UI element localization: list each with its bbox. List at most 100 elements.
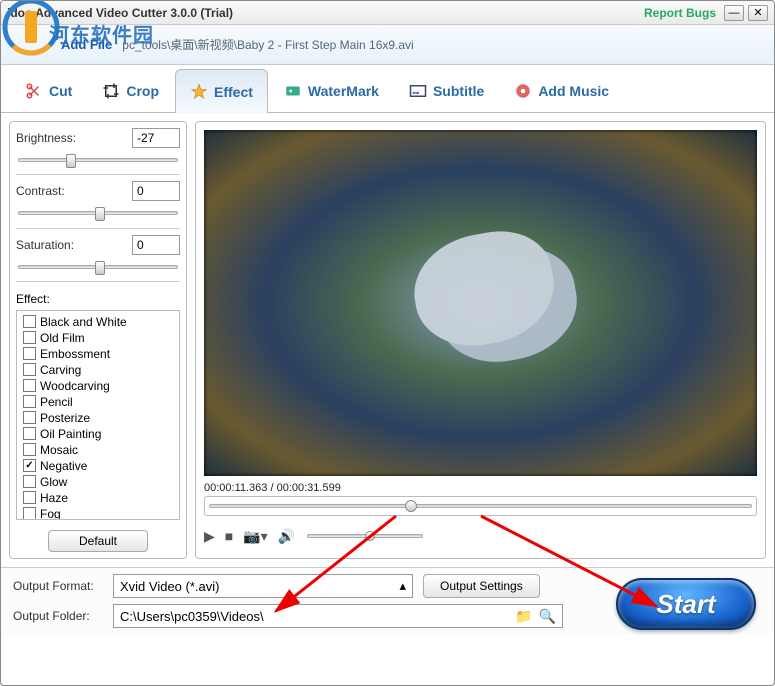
- tab-watermark[interactable]: WaterMark: [270, 69, 393, 112]
- effect-name: Fog: [40, 507, 61, 520]
- effect-checkbox[interactable]: [23, 395, 36, 408]
- effect-name: Old Film: [40, 331, 85, 345]
- content-area: Brightness: Contrast: Saturation: Effect…: [1, 113, 774, 567]
- output-format-value: Xvid Video (*.avi): [120, 579, 219, 594]
- minimize-button[interactable]: —: [724, 5, 744, 21]
- effect-name: Glow: [40, 475, 67, 489]
- effect-item[interactable]: Mosaic: [23, 443, 173, 457]
- effect-checkbox[interactable]: [23, 315, 36, 328]
- output-folder-label: Output Folder:: [13, 609, 103, 623]
- output-format-label: Output Format:: [13, 579, 103, 593]
- stop-button[interactable]: ■: [225, 528, 233, 544]
- report-bugs-link[interactable]: Report Bugs: [644, 6, 716, 20]
- effect-name: Posterize: [40, 411, 90, 425]
- tab-label: Subtitle: [433, 83, 484, 99]
- effect-item[interactable]: Oil Painting: [23, 427, 173, 441]
- tab-effect[interactable]: Effect: [175, 69, 268, 113]
- effect-item[interactable]: Fog: [23, 507, 173, 520]
- effect-item[interactable]: Old Film: [23, 331, 173, 345]
- preview-panel: 00:00:11.363 / 00:00:31.599 ▶ ■ 📷▾ 🔊: [195, 121, 766, 559]
- default-button[interactable]: Default: [48, 530, 148, 552]
- saturation-label: Saturation:: [16, 238, 74, 252]
- output-folder-value: C:\Users\pc0359\Videos\: [120, 609, 264, 624]
- effect-item[interactable]: Glow: [23, 475, 173, 489]
- window-title: idoo Advanced Video Cutter 3.0.0 (Trial): [7, 6, 644, 20]
- effect-checkbox[interactable]: [23, 331, 36, 344]
- effect-name: Woodcarving: [40, 379, 110, 393]
- effect-checkbox[interactable]: [23, 443, 36, 456]
- effect-panel: Brightness: Contrast: Saturation: Effect…: [9, 121, 187, 559]
- video-preview: [204, 130, 757, 476]
- scissors-icon: [25, 82, 43, 100]
- volume-slider[interactable]: [305, 527, 425, 545]
- tab-addmusic[interactable]: Add Music: [500, 69, 623, 112]
- effect-item[interactable]: Pencil: [23, 395, 173, 409]
- effect-name: Carving: [40, 363, 81, 377]
- browse-folder-icon[interactable]: 📁: [515, 608, 532, 625]
- effect-checkbox[interactable]: [23, 379, 36, 392]
- file-path: pc_tools\桌面\新视频\Baby 2 - First Step Main…: [122, 36, 413, 53]
- saturation-slider[interactable]: [16, 259, 180, 275]
- tab-label: Cut: [49, 83, 72, 99]
- open-folder-icon[interactable]: 🔍: [539, 608, 556, 625]
- seek-slider[interactable]: [204, 496, 757, 516]
- output-settings-button[interactable]: Output Settings: [423, 574, 540, 598]
- tab-bar: Cut Crop Effect WaterMark ST Subtitle Ad…: [1, 65, 774, 113]
- brightness-label: Brightness:: [16, 131, 76, 145]
- play-button[interactable]: ▶: [204, 528, 215, 545]
- effect-name: Black and White: [40, 315, 127, 329]
- start-button[interactable]: Start: [616, 578, 756, 630]
- effect-item[interactable]: Black and White: [23, 315, 173, 329]
- effect-item[interactable]: Carving: [23, 363, 173, 377]
- output-folder-input[interactable]: C:\Users\pc0359\Videos\ 📁 🔍: [113, 604, 563, 628]
- effect-checkbox[interactable]: [23, 363, 36, 376]
- watermark-icon: [284, 82, 302, 100]
- music-icon: [514, 82, 532, 100]
- effect-checkbox[interactable]: [23, 411, 36, 424]
- effect-item[interactable]: Woodcarving: [23, 379, 173, 393]
- effect-item[interactable]: Haze: [23, 491, 173, 505]
- effect-name: Pencil: [40, 395, 73, 409]
- tab-cut[interactable]: Cut: [11, 69, 86, 112]
- effect-checkbox[interactable]: [23, 491, 36, 504]
- close-button[interactable]: ✕: [748, 5, 768, 21]
- output-area: Output Format: Xvid Video (*.avi) ▴ Outp…: [1, 567, 774, 634]
- effect-checkbox[interactable]: [23, 347, 36, 360]
- effect-item[interactable]: Embossment: [23, 347, 173, 361]
- tab-subtitle[interactable]: ST Subtitle: [395, 69, 498, 112]
- effect-checkbox[interactable]: [23, 427, 36, 440]
- crop-icon: [102, 82, 120, 100]
- app-window: idoo Advanced Video Cutter 3.0.0 (Trial)…: [0, 0, 775, 686]
- brightness-input[interactable]: [132, 128, 180, 148]
- effect-name: Mosaic: [40, 443, 78, 457]
- tab-label: Effect: [214, 84, 253, 100]
- tab-label: WaterMark: [308, 83, 379, 99]
- effect-name: Haze: [40, 491, 68, 505]
- effect-checkbox[interactable]: [23, 507, 36, 520]
- dropdown-icon: ▴: [399, 578, 406, 594]
- brightness-slider[interactable]: [16, 152, 180, 168]
- subtitle-icon: ST: [409, 82, 427, 100]
- effect-list: Black and White Old Film Embossment Carving…: [16, 310, 180, 520]
- playback-time: 00:00:11.363 / 00:00:31.599: [204, 482, 757, 494]
- tab-label: Add Music: [538, 83, 609, 99]
- effect-name: Oil Painting: [40, 427, 101, 441]
- effect-checkbox[interactable]: [23, 459, 36, 472]
- tab-label: Crop: [126, 83, 159, 99]
- effect-name: Negative: [40, 459, 87, 473]
- contrast-slider[interactable]: [16, 205, 180, 221]
- effect-item[interactable]: Negative: [23, 459, 173, 473]
- effect-checkbox[interactable]: [23, 475, 36, 488]
- effect-name: Embossment: [40, 347, 110, 361]
- snapshot-button[interactable]: 📷▾: [243, 528, 267, 545]
- effect-list-label: Effect:: [16, 292, 180, 306]
- watermark-text: 河东软件园: [49, 19, 154, 48]
- effect-item[interactable]: Posterize: [23, 411, 173, 425]
- star-icon: [190, 83, 208, 101]
- volume-icon[interactable]: 🔊: [278, 528, 295, 545]
- saturation-input[interactable]: [132, 235, 180, 255]
- tab-crop[interactable]: Crop: [88, 69, 173, 112]
- contrast-label: Contrast:: [16, 184, 65, 198]
- output-format-dropdown[interactable]: Xvid Video (*.avi) ▴: [113, 574, 413, 598]
- contrast-input[interactable]: [132, 181, 180, 201]
